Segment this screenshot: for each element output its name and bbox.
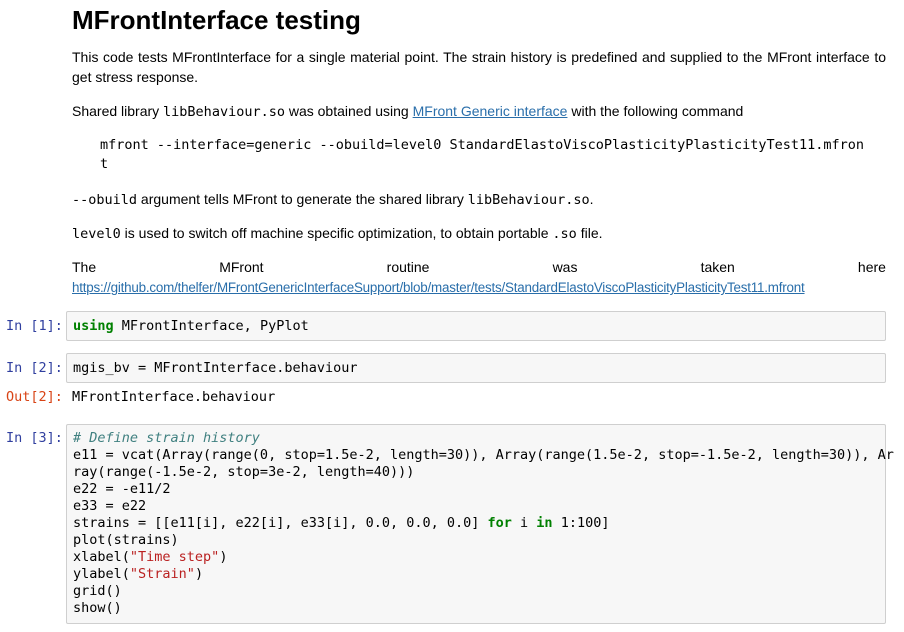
library-name: libBehaviour.so bbox=[163, 104, 285, 120]
code-cell-3[interactable]: # Define strain history e11 = vcat(Array… bbox=[66, 424, 894, 624]
cell-3-prompt: In [3]: bbox=[6, 430, 63, 446]
string-literal: "Time step" bbox=[129, 549, 220, 565]
word: The bbox=[72, 259, 97, 275]
text: argument tells MFront to generate the sh… bbox=[137, 191, 468, 207]
command-line: mfront --interface=generic --obuild=leve… bbox=[100, 137, 865, 153]
word: taken bbox=[700, 259, 735, 275]
source-paragraph: The MFront routine was taken here https:… bbox=[72, 257, 886, 298]
code-cell-2[interactable]: mgis_bv = MFrontInterface.behaviour bbox=[66, 353, 886, 383]
shared-library-paragraph: Shared library libBehaviour.so was obtai… bbox=[72, 101, 886, 122]
level0-paragraph: level0 is used to switch off machine spe… bbox=[72, 223, 886, 244]
text: with the following command bbox=[567, 103, 744, 119]
cell-2-output: MFrontInterface.behaviour bbox=[72, 389, 276, 405]
github-source-link[interactable]: https://github.com/thelfer/MFrontGeneric… bbox=[72, 280, 805, 295]
code-text: MFrontInterface, PyPlot bbox=[113, 318, 309, 334]
cell-2-prompt: In [2]: bbox=[6, 360, 63, 376]
obuild-code: --obuild bbox=[72, 192, 138, 208]
word: routine bbox=[386, 259, 430, 275]
cell-2-out-prompt: Out[2]: bbox=[6, 389, 63, 405]
intro-paragraph: This code tests MFrontInterface for a si… bbox=[72, 47, 886, 87]
text: . bbox=[589, 191, 594, 207]
keyword: in bbox=[536, 515, 553, 531]
text: Shared library bbox=[72, 103, 164, 119]
library-name: libBehaviour.so bbox=[467, 192, 590, 208]
code-line: grid() bbox=[73, 583, 122, 599]
code-line: ray(range(-1.5e-2, stop=3e-2, length=40)… bbox=[73, 464, 415, 480]
cell-1-code: using MFrontInterface, PyPlot bbox=[67, 318, 885, 335]
code-line: e33 = e22 bbox=[73, 498, 147, 514]
keyword: using bbox=[73, 318, 114, 334]
code-text: ) bbox=[194, 566, 204, 582]
code-text: xlabel( bbox=[73, 549, 130, 565]
intro-text: This code tests MFrontInterface for a si… bbox=[72, 49, 886, 85]
code-cell-1[interactable]: using MFrontInterface, PyPlot bbox=[66, 311, 886, 341]
text: was obtained using bbox=[284, 103, 413, 119]
code-text: i bbox=[511, 515, 537, 531]
code-text: ) bbox=[219, 549, 228, 565]
page-title: MFrontInterface testing bbox=[72, 5, 361, 35]
cell-1-prompt: In [1]: bbox=[6, 318, 63, 334]
code-text: 1:100] bbox=[552, 515, 610, 531]
mfront-generic-interface-link[interactable]: MFront Generic interface bbox=[413, 103, 568, 119]
keyword: for bbox=[487, 515, 512, 531]
code-line: plot(strains) bbox=[73, 532, 179, 548]
word: was bbox=[552, 259, 578, 275]
source-text-line: The MFront routine was taken here bbox=[72, 257, 886, 277]
code-line: e22 = -e11/2 bbox=[73, 481, 171, 497]
string-literal: "Strain" bbox=[129, 566, 195, 582]
command-block: mfront --interface=generic --obuild=leve… bbox=[100, 136, 864, 174]
command-line-continuation: t bbox=[100, 156, 109, 172]
word: MFront bbox=[219, 259, 264, 275]
cell-2-code: mgis_bv = MFrontInterface.behaviour bbox=[73, 360, 358, 376]
cell-3-code: # Define strain history e11 = vcat(Array… bbox=[67, 430, 894, 617]
code-line: e11 = vcat(Array(range(0, stop=1.5e-2, l… bbox=[73, 447, 894, 463]
text: file. bbox=[576, 225, 603, 241]
word: here bbox=[857, 259, 886, 275]
code-text: ylabel( bbox=[73, 566, 130, 582]
level0-code: level0 bbox=[72, 226, 121, 242]
code-line: show() bbox=[73, 600, 122, 616]
text: is used to switch off machine specific o… bbox=[120, 225, 553, 241]
code-text: strains = [[e11[i], e22[i], e33[i], 0.0,… bbox=[73, 515, 488, 531]
so-code: .so bbox=[552, 226, 577, 242]
obuild-paragraph: --obuild argument tells MFront to genera… bbox=[72, 189, 886, 210]
code-comment: # Define strain history bbox=[73, 430, 260, 446]
